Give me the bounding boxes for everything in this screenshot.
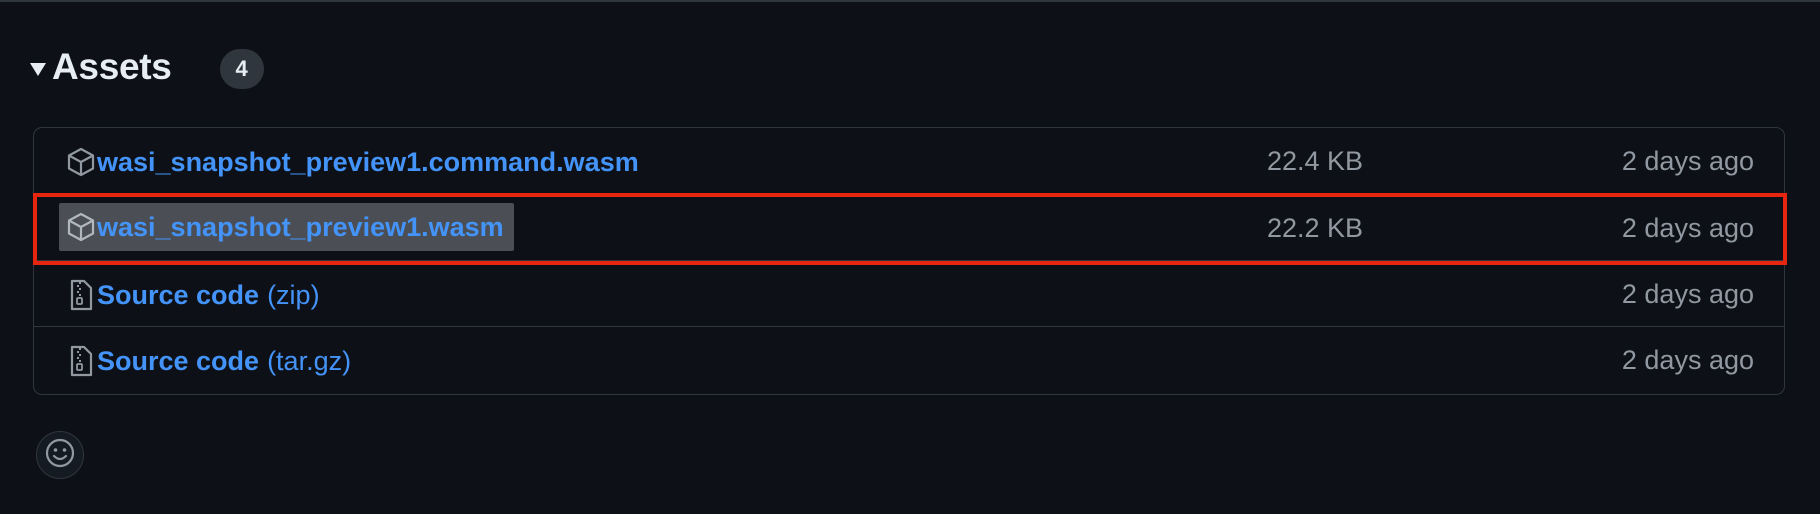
add-reaction-button[interactable] xyxy=(36,431,84,479)
file-zip-icon xyxy=(67,278,95,312)
assets-list: wasi_snapshot_preview1.command.wasm 22.4… xyxy=(33,127,1785,395)
file-zip-icon xyxy=(67,344,95,378)
asset-name[interactable]: Source code xyxy=(97,280,259,310)
smiley-icon xyxy=(44,437,76,474)
asset-format[interactable]: (tar.gz) xyxy=(267,346,351,376)
asset-row: wasi_snapshot_preview1.wasm 22.2 KB 2 da… xyxy=(34,194,1784,260)
asset-row: wasi_snapshot_preview1.command.wasm 22.4… xyxy=(34,128,1784,194)
asset-download-link[interactable]: Source code (tar.gz) xyxy=(97,346,351,377)
package-icon xyxy=(67,210,95,244)
asset-name[interactable]: wasi_snapshot_preview1.wasm xyxy=(97,212,504,242)
asset-size: 22.4 KB xyxy=(1267,145,1364,176)
asset-name[interactable]: Source code xyxy=(97,346,259,376)
asset-download-link[interactable]: wasi_snapshot_preview1.wasm xyxy=(97,212,504,243)
asset-date: 2 days ago xyxy=(1621,344,1754,375)
assets-header[interactable]: Assets 4 xyxy=(30,42,264,92)
assets-count-badge: 4 xyxy=(219,49,264,89)
top-divider xyxy=(0,0,1820,2)
asset-link-wrap[interactable]: Source code (zip) xyxy=(59,271,330,319)
asset-date: 2 days ago xyxy=(1621,212,1754,243)
asset-format[interactable]: (zip) xyxy=(267,280,320,310)
asset-download-link[interactable]: wasi_snapshot_preview1.command.wasm xyxy=(97,147,639,178)
asset-link-wrap[interactable]: Source code (tar.gz) xyxy=(59,337,361,385)
asset-date: 2 days ago xyxy=(1621,278,1754,309)
assets-title[interactable]: Assets xyxy=(52,46,172,88)
asset-row: Source code (zip) 2 days ago xyxy=(34,260,1784,326)
caret-down-icon[interactable] xyxy=(30,62,46,76)
asset-row: Source code (tar.gz) 2 days ago xyxy=(34,326,1784,392)
asset-link-wrap-selected[interactable]: wasi_snapshot_preview1.wasm xyxy=(59,203,514,251)
asset-size: 22.2 KB xyxy=(1267,212,1364,243)
asset-name[interactable]: wasi_snapshot_preview1.command.wasm xyxy=(97,147,639,177)
asset-date: 2 days ago xyxy=(1621,145,1754,176)
asset-link-wrap[interactable]: wasi_snapshot_preview1.command.wasm xyxy=(59,138,649,186)
asset-download-link[interactable]: Source code (zip) xyxy=(97,280,320,311)
package-icon xyxy=(67,145,95,179)
